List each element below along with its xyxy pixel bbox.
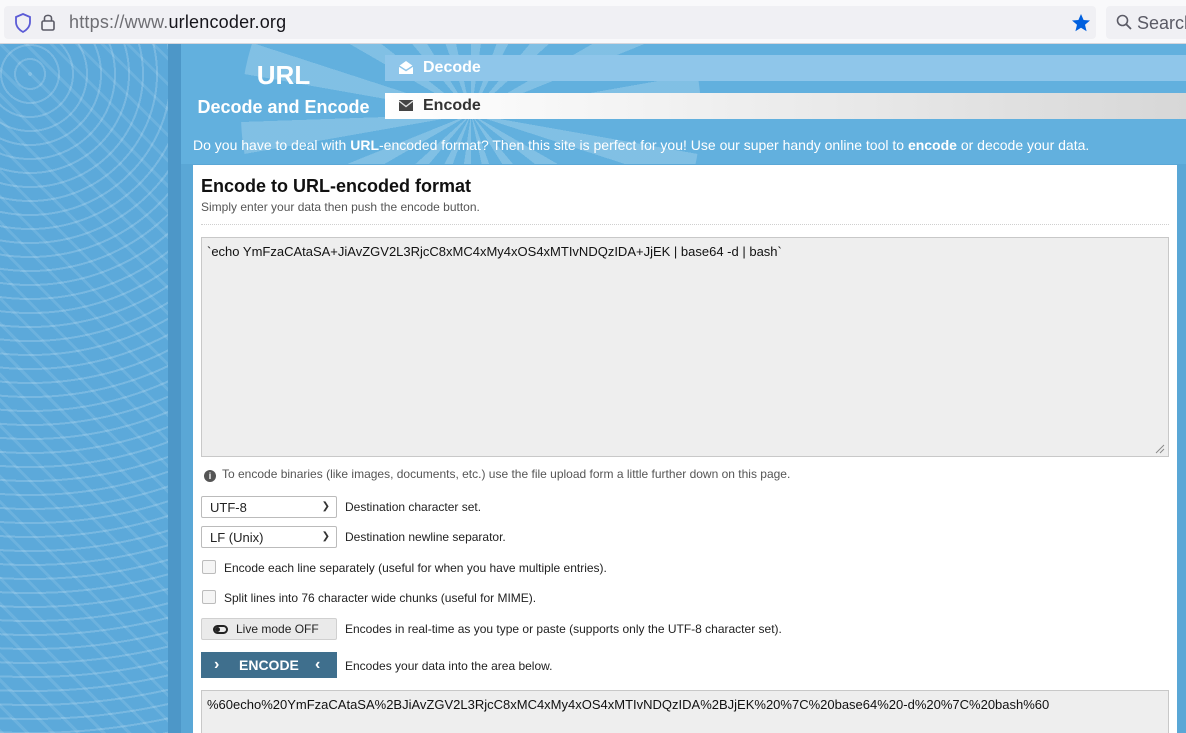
- newline-value: LF (Unix): [210, 530, 264, 545]
- lock-icon[interactable]: [40, 13, 56, 31]
- charset-value: UTF-8: [210, 500, 247, 515]
- browser-search-field[interactable]: Search: [1106, 6, 1186, 39]
- url-text[interactable]: https://www.urlencoder.org: [69, 12, 286, 33]
- info-icon: i: [204, 470, 216, 482]
- tagline: Do you have to deal with URL-encoded for…: [193, 137, 1183, 153]
- charset-select[interactable]: UTF-8 ❯: [201, 496, 337, 518]
- bookmark-star-icon[interactable]: [1070, 12, 1092, 34]
- resize-grip-icon[interactable]: [1155, 444, 1165, 454]
- browser-toolbar: https://www.urlencoder.org Search: [0, 0, 1186, 44]
- split-lines-label[interactable]: Split lines into 76 character wide chunk…: [224, 591, 536, 605]
- live-mode-description: Encodes in real-time as you type or past…: [345, 622, 782, 636]
- search-placeholder: Search: [1137, 13, 1186, 33]
- url-domain: urlencoder.org: [168, 12, 287, 32]
- info-text: To encode binaries (like images, documen…: [222, 467, 791, 481]
- encode-button-label: ENCODE: [239, 657, 299, 673]
- split-lines-checkbox[interactable]: [202, 590, 216, 604]
- logo-title[interactable]: URL: [181, 60, 386, 91]
- chevron-down-icon: ❯: [321, 531, 330, 542]
- encode-button[interactable]: › ENCODE ‹: [201, 652, 337, 678]
- tagline-part: Do you have to deal with: [193, 137, 351, 153]
- toggle-off-icon: [213, 625, 228, 634]
- page-subtitle: Simply enter your data then push the enc…: [201, 200, 480, 214]
- url-prefix: https://www.: [69, 12, 169, 32]
- address-bar[interactable]: https://www.urlencoder.org: [4, 6, 1096, 39]
- encode-each-line-label[interactable]: Encode each line separately (useful for …: [224, 561, 607, 575]
- tab-encode[interactable]: Encode: [385, 93, 1186, 119]
- encode-description: Encodes your data into the area below.: [345, 659, 553, 673]
- tab-decode-label: Decode: [423, 59, 481, 76]
- binary-info: i To encode binaries (like images, docume…: [204, 467, 790, 482]
- encode-each-line-checkbox[interactable]: [202, 560, 216, 574]
- page-title: Encode to URL-encoded format: [201, 176, 472, 196]
- newline-label: Destination newline separator.: [345, 530, 506, 544]
- envelope-open-icon: [398, 61, 414, 74]
- shield-icon[interactable]: [14, 13, 32, 33]
- tagline-bold: URL: [350, 137, 379, 153]
- chevron-left-icon: ‹: [315, 656, 321, 673]
- chevron-right-icon: ›: [214, 656, 220, 673]
- divider: [201, 224, 1169, 225]
- tab-decode[interactable]: Decode: [385, 55, 1186, 81]
- chevron-down-icon: ❯: [321, 501, 330, 512]
- decorative-pattern: [0, 44, 181, 733]
- envelope-icon: [398, 100, 414, 111]
- output-textarea[interactable]: %60echo%20YmFzaCAtaSA%2BJiAvZGV2L3RjcC8x…: [201, 690, 1169, 733]
- input-textarea[interactable]: [201, 237, 1169, 457]
- tagline-part: or decode your data.: [956, 137, 1090, 153]
- logo-subtitle[interactable]: Decode and Encode: [181, 97, 386, 118]
- tab-encode-label: Encode: [423, 97, 481, 114]
- charset-label: Destination character set.: [345, 500, 482, 514]
- encode-panel: Encode to URL-encoded format Simply ente…: [193, 165, 1177, 733]
- tagline-bold: encode: [907, 137, 957, 153]
- live-mode-label: Live mode OFF: [236, 622, 319, 636]
- search-icon: [1116, 14, 1132, 30]
- tagline-part: -encoded format? Then this site is perfe…: [379, 137, 908, 153]
- newline-select[interactable]: LF (Unix) ❯: [201, 526, 337, 548]
- live-mode-toggle[interactable]: Live mode OFF: [201, 618, 337, 640]
